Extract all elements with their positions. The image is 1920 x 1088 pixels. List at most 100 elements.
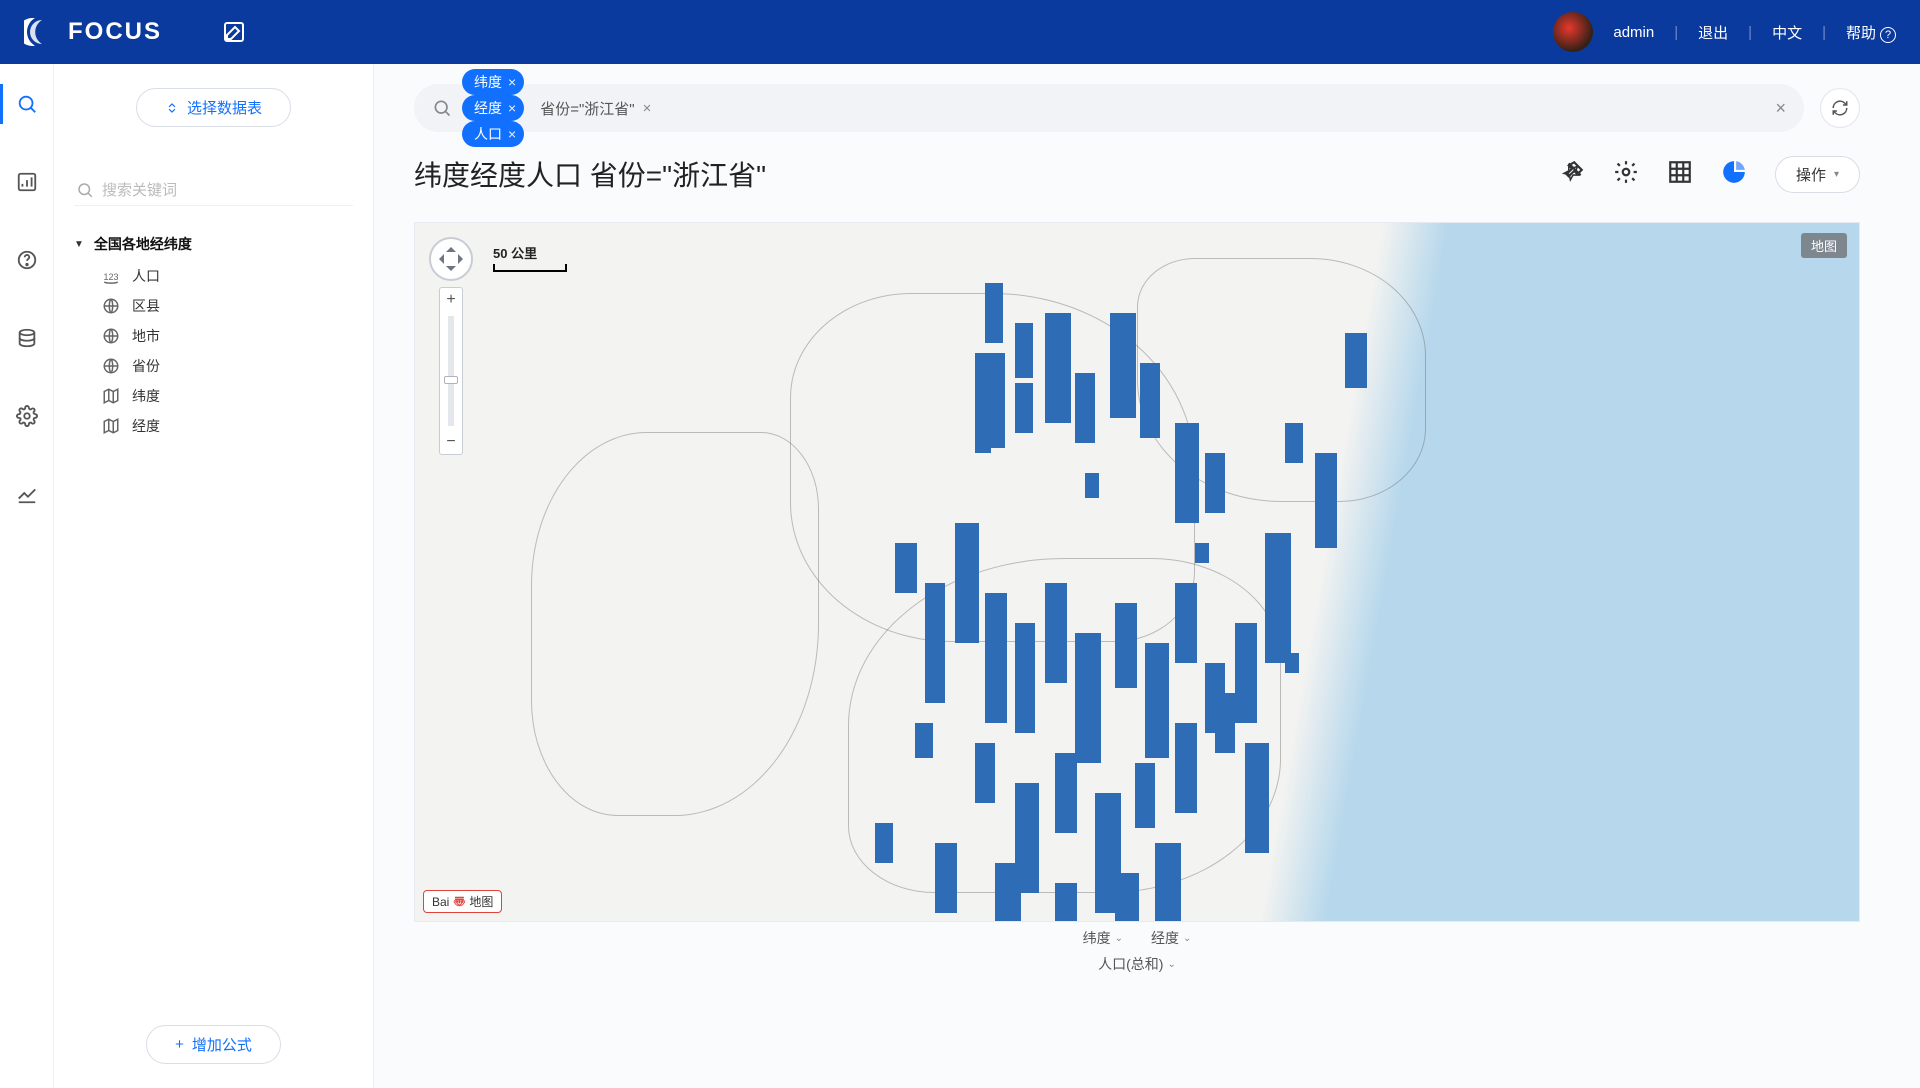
map-data-bar[interactable] xyxy=(1175,583,1197,663)
map-type-toggle[interactable]: 地图 xyxy=(1801,233,1847,258)
pin-button[interactable] xyxy=(1559,159,1585,190)
map-data-bar[interactable] xyxy=(985,593,1007,723)
settings-button[interactable] xyxy=(1613,159,1639,190)
map-data-bar[interactable] xyxy=(1015,323,1033,378)
map-data-bar[interactable] xyxy=(875,823,893,863)
map-data-bar[interactable] xyxy=(1085,473,1099,498)
query-chip[interactable]: 纬度× xyxy=(462,69,524,95)
field-item[interactable]: 区县 xyxy=(74,296,353,316)
edit-icon[interactable] xyxy=(222,20,246,44)
map-data-bar[interactable] xyxy=(1110,313,1136,418)
map-data-bar[interactable] xyxy=(955,523,979,643)
query-chip[interactable]: 人口× xyxy=(462,121,524,147)
table-view-button[interactable] xyxy=(1667,159,1693,190)
zoom-handle[interactable] xyxy=(444,376,458,384)
map-data-bar[interactable] xyxy=(1135,763,1155,828)
map-data-bar[interactable] xyxy=(1055,883,1077,922)
field-item[interactable]: 经度 xyxy=(74,416,353,436)
refresh-button[interactable] xyxy=(1820,88,1860,128)
clear-query-button[interactable]: × xyxy=(1775,98,1786,119)
map-provider-logo: Bai〠地图 xyxy=(423,890,502,913)
map-data-bar[interactable] xyxy=(985,283,1003,343)
close-icon[interactable]: × xyxy=(508,126,516,142)
map-data-bar[interactable] xyxy=(1285,423,1303,463)
map-data-bar[interactable] xyxy=(1265,533,1291,663)
map-data-bar[interactable] xyxy=(1055,753,1077,833)
map-data-bar[interactable] xyxy=(1015,623,1035,733)
query-filter-chip[interactable]: 省份="浙江省" × xyxy=(534,98,651,119)
query-chip[interactable]: 经度× xyxy=(462,95,524,121)
map-data-bar[interactable] xyxy=(1140,363,1160,438)
map-data-bar[interactable] xyxy=(1285,653,1299,673)
select-table-button[interactable]: 选择数据表 xyxy=(136,88,291,127)
nav-settings[interactable] xyxy=(0,396,54,436)
map-data-bar[interactable] xyxy=(1115,603,1137,688)
swap-icon xyxy=(165,101,179,115)
pan-left-icon[interactable] xyxy=(434,254,444,264)
map-data-bar[interactable] xyxy=(1175,423,1199,523)
map-data-bar[interactable] xyxy=(1215,693,1235,753)
chart-view-button[interactable] xyxy=(1721,159,1747,190)
field-item[interactable]: 123人口 xyxy=(74,266,353,286)
field-item[interactable]: 地市 xyxy=(74,326,353,346)
axis-x1[interactable]: 纬度⌄ xyxy=(1083,928,1123,948)
pan-up-icon[interactable] xyxy=(446,242,456,252)
sidebar-search[interactable] xyxy=(74,175,353,206)
help-link[interactable]: 帮助? xyxy=(1846,22,1896,43)
zoom-slider[interactable] xyxy=(448,316,454,426)
field-item[interactable]: 省份 xyxy=(74,356,353,376)
map-data-bar[interactable] xyxy=(1345,333,1367,388)
map-data-bar[interactable] xyxy=(925,583,945,703)
map-data-bar[interactable] xyxy=(895,543,917,593)
map-data-bar[interactable] xyxy=(1015,383,1033,433)
map-data-bar[interactable] xyxy=(1075,633,1101,763)
map-zoom-control: + − xyxy=(439,287,463,455)
username[interactable]: admin xyxy=(1613,24,1654,41)
close-icon[interactable]: × xyxy=(643,100,652,117)
field-item[interactable]: 纬度 xyxy=(74,386,353,406)
zoom-out-button[interactable]: − xyxy=(440,430,462,454)
sidebar-search-input[interactable] xyxy=(102,182,351,199)
avatar[interactable] xyxy=(1553,12,1593,52)
help-icon: ? xyxy=(1880,27,1896,43)
query-bar[interactable]: 纬度×经度×人口× 省份="浙江省" × × xyxy=(414,84,1804,132)
map-data-bar[interactable] xyxy=(1045,313,1071,423)
nav-trend[interactable] xyxy=(0,474,54,514)
axis-x2[interactable]: 经度⌄ xyxy=(1151,928,1191,948)
add-formula-button[interactable]: + 增加公式 xyxy=(146,1025,281,1064)
map-data-bar[interactable] xyxy=(1315,453,1337,548)
nav-search[interactable] xyxy=(0,84,54,124)
refresh-icon xyxy=(1831,99,1849,117)
pan-right-icon[interactable] xyxy=(458,254,468,264)
map-data-bar[interactable] xyxy=(1075,373,1095,443)
map-data-bar[interactable] xyxy=(915,723,933,758)
language-link[interactable]: 中文 xyxy=(1772,22,1802,43)
axis-y[interactable]: 人口(总和)⌄ xyxy=(1098,954,1176,974)
close-icon[interactable]: × xyxy=(508,100,516,116)
pin-icon xyxy=(1559,159,1585,185)
close-icon[interactable]: × xyxy=(508,74,516,90)
map-data-bar[interactable] xyxy=(1205,453,1225,513)
nav-help[interactable] xyxy=(0,240,54,280)
map-data-bar[interactable] xyxy=(975,743,995,803)
map-visualization[interactable]: + − 50 公里 地图 Bai〠地图 xyxy=(414,222,1860,922)
map-data-bar[interactable] xyxy=(1195,543,1209,563)
map-data-bar[interactable] xyxy=(1045,583,1067,683)
tree-root[interactable]: ▼ 全国各地经纬度 xyxy=(74,234,353,254)
map-data-bar[interactable] xyxy=(975,423,991,453)
map-data-bar[interactable] xyxy=(935,843,957,913)
operate-button[interactable]: 操作 ▾ xyxy=(1775,156,1860,193)
map-data-bar[interactable] xyxy=(1175,723,1197,813)
pan-down-icon[interactable] xyxy=(446,266,456,276)
logout-link[interactable]: 退出 xyxy=(1698,22,1728,43)
zoom-in-button[interactable]: + xyxy=(440,288,462,312)
map-data-bar[interactable] xyxy=(1145,643,1169,758)
nav-dashboard[interactable] xyxy=(0,162,54,202)
map-data-bar[interactable] xyxy=(1155,843,1181,922)
map-data-bar[interactable] xyxy=(995,863,1021,922)
map-data-bar[interactable] xyxy=(1115,873,1139,922)
map-pan-control[interactable] xyxy=(429,237,473,281)
map-data-bar[interactable] xyxy=(1245,743,1269,853)
nav-data[interactable] xyxy=(0,318,54,358)
map-data-bar[interactable] xyxy=(1235,623,1257,723)
